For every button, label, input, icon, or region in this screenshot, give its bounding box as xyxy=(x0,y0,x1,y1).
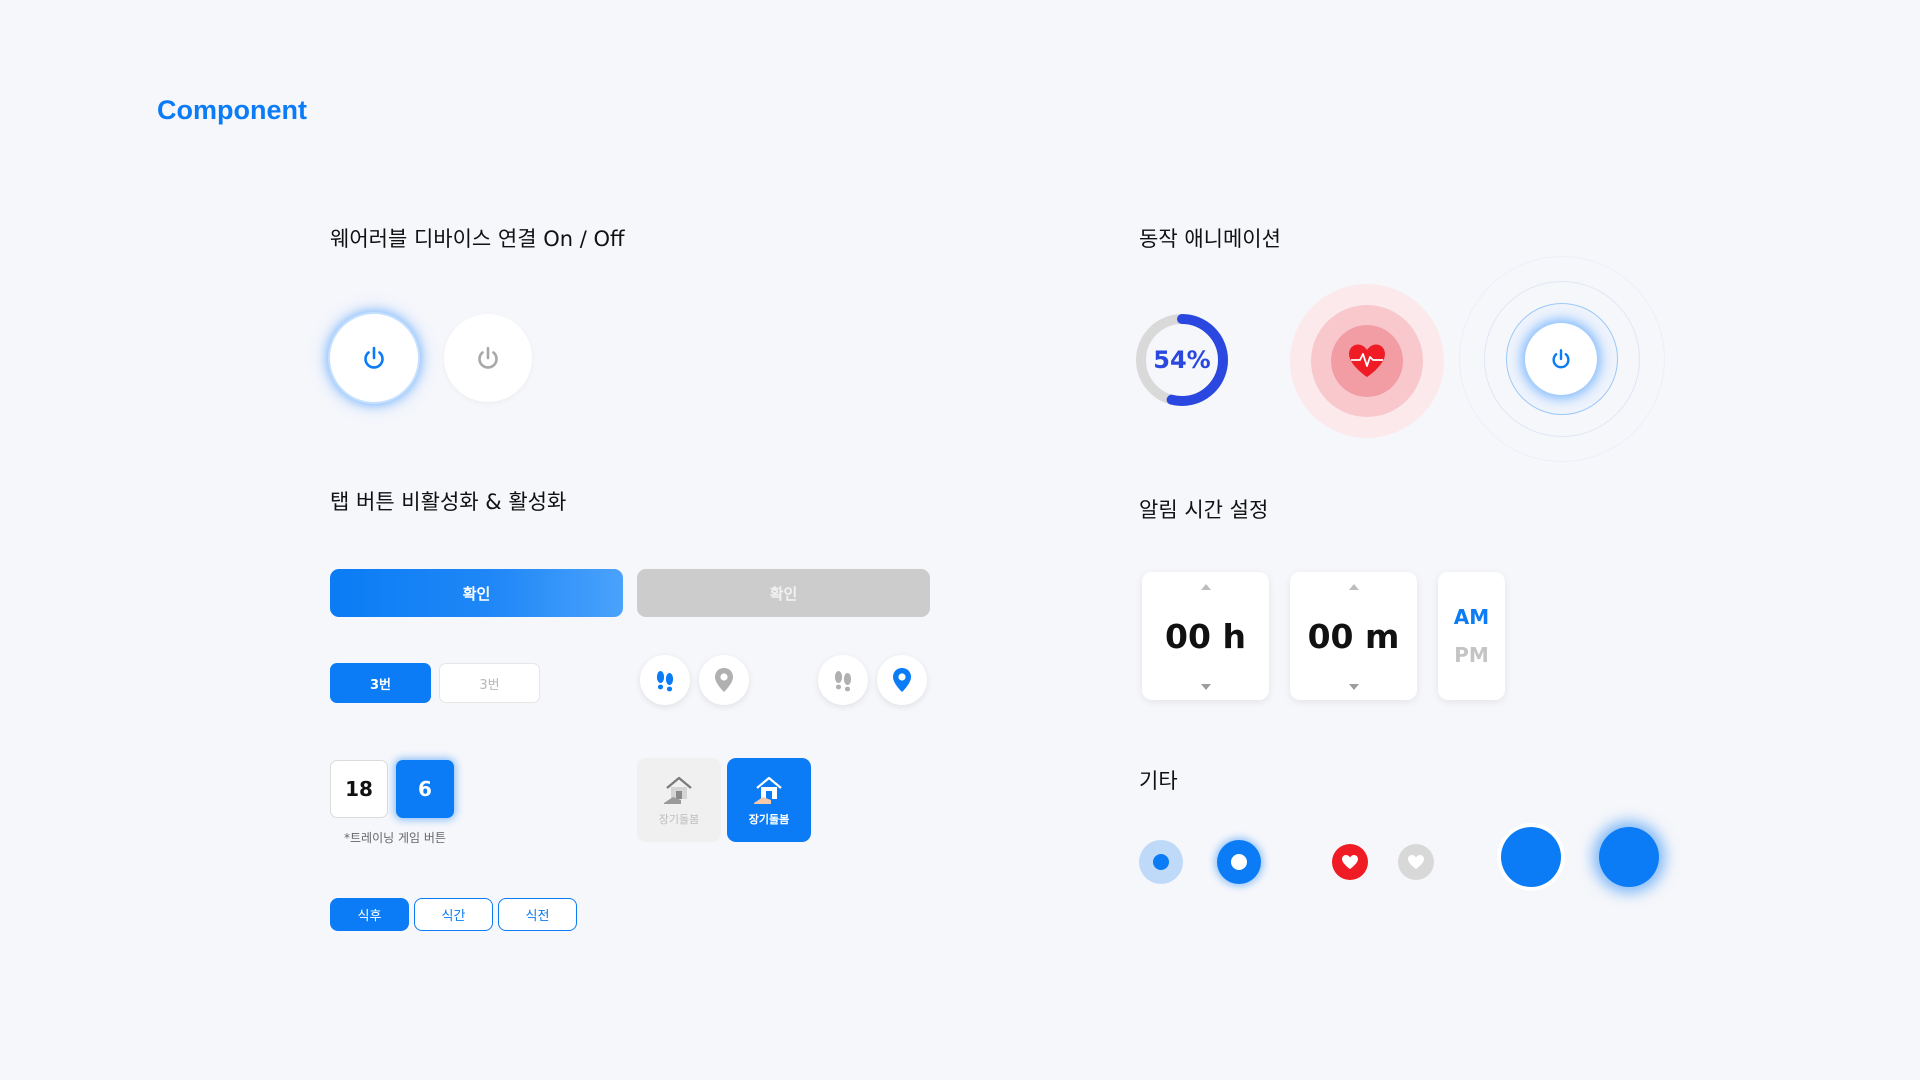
power-glow-button[interactable] xyxy=(1525,323,1597,395)
meal-before-button[interactable]: 식전 xyxy=(498,898,577,931)
game-number-button-inactive[interactable]: 18 xyxy=(330,760,388,818)
progress-ring: 54% xyxy=(1132,310,1232,410)
heart-icon xyxy=(1408,855,1424,869)
long-term-care-label-active: 장기돌봄 xyxy=(748,813,790,826)
game-number-button-active[interactable]: 6 xyxy=(396,760,454,818)
section-title-wearable: 웨어러블 디바이스 연결 On / Off xyxy=(330,227,625,251)
long-term-care-card-inactive[interactable]: 장기돌봄 xyxy=(637,758,721,842)
footprints-icon xyxy=(656,671,674,692)
number-toggle-inactive[interactable]: 3번 xyxy=(439,663,540,703)
minute-value: 00 m xyxy=(1307,616,1400,656)
minute-down-arrow-icon[interactable] xyxy=(1348,684,1359,690)
confirm-button-inactive[interactable]: 확인 xyxy=(637,569,930,617)
favorite-button-inactive[interactable] xyxy=(1398,844,1434,880)
heart-pulse-button[interactable] xyxy=(1331,325,1403,397)
location-button-active[interactable] xyxy=(877,655,927,705)
footprints-icon xyxy=(834,671,852,692)
ampm-picker[interactable]: AM PM xyxy=(1438,572,1505,700)
meal-after-button[interactable]: 식후 xyxy=(330,898,409,931)
section-title-etc: 기타 xyxy=(1139,769,1178,793)
care-house-icon xyxy=(664,776,692,804)
hour-down-arrow-icon[interactable] xyxy=(1200,684,1211,690)
long-term-care-card-active[interactable]: 장기돌봄 xyxy=(727,758,811,842)
meal-between-button[interactable]: 식간 xyxy=(414,898,493,931)
hour-value: 00 h xyxy=(1165,616,1246,656)
minute-picker[interactable]: 00 m xyxy=(1290,572,1417,700)
power-icon xyxy=(1552,349,1570,369)
radio-button-selected[interactable] xyxy=(1217,840,1261,884)
radio-dot-icon xyxy=(1153,854,1169,870)
radio-button-light[interactable] xyxy=(1139,840,1183,884)
am-option[interactable]: AM xyxy=(1454,605,1489,629)
footprints-button-active[interactable] xyxy=(640,655,690,705)
confirm-button-active[interactable]: 확인 xyxy=(330,569,623,617)
heartbeat-icon xyxy=(1349,344,1385,377)
game-button-note: *트레이닝 게임 버튼 xyxy=(344,831,446,845)
circle-button-glow[interactable] xyxy=(1599,827,1659,887)
heart-icon xyxy=(1342,855,1358,869)
section-title-tabs: 탭 버튼 비활성화 & 활성화 xyxy=(330,490,567,514)
footprints-button-inactive[interactable] xyxy=(818,655,868,705)
minute-up-arrow-icon[interactable] xyxy=(1348,584,1359,590)
power-icon xyxy=(364,346,384,369)
section-title-animation: 동작 애니메이션 xyxy=(1139,227,1281,251)
circle-button-outlined[interactable] xyxy=(1501,827,1561,887)
number-toggle-active[interactable]: 3번 xyxy=(330,663,431,703)
section-title-alarm: 알림 시간 설정 xyxy=(1139,498,1269,522)
page-title: Component xyxy=(157,95,307,125)
power-icon xyxy=(478,346,498,369)
location-pin-icon xyxy=(715,668,733,692)
favorite-button-active[interactable] xyxy=(1332,844,1368,880)
location-button-inactive[interactable] xyxy=(699,655,749,705)
long-term-care-label-inactive: 장기돌봄 xyxy=(658,813,700,826)
progress-label: 54% xyxy=(1153,346,1211,374)
power-on-button[interactable] xyxy=(330,314,418,402)
hour-picker[interactable]: 00 h xyxy=(1142,572,1269,700)
location-pin-icon xyxy=(893,668,911,692)
hour-up-arrow-icon[interactable] xyxy=(1200,584,1211,590)
pm-option[interactable]: PM xyxy=(1454,643,1489,667)
radio-dot-icon xyxy=(1231,854,1247,870)
power-off-button[interactable] xyxy=(444,314,532,402)
care-house-icon xyxy=(754,776,782,804)
